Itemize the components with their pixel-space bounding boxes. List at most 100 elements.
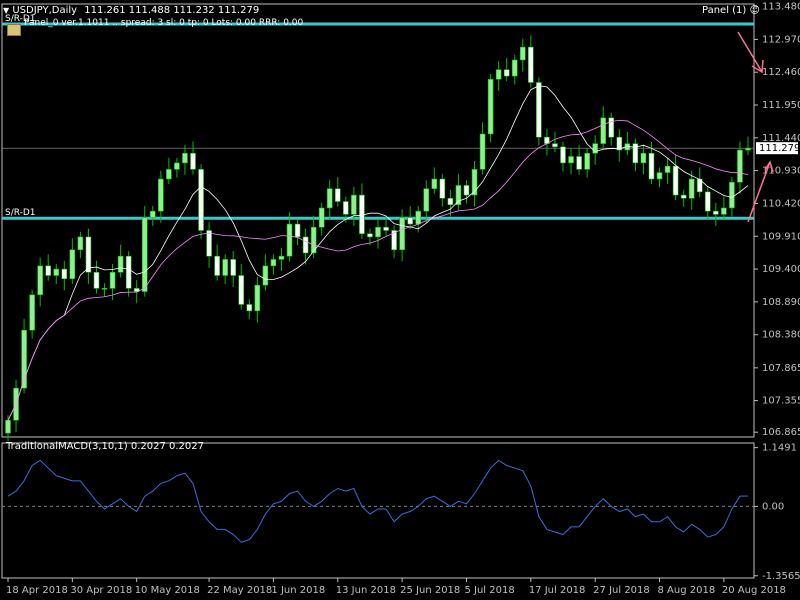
candle-body (511, 59, 518, 77)
candle-body (69, 249, 76, 280)
candle-body (479, 133, 486, 170)
symbol-timeframe-label: ▼ USDJPY,Daily 111.261 111.488 111.232 1… (3, 5, 259, 17)
candle-body (262, 265, 269, 286)
time-axis-label: 22 May 2018 (207, 585, 272, 596)
candle-body (158, 178, 164, 212)
time-axis-label: 18 Apr 2018 (6, 585, 68, 596)
candle-body (455, 185, 462, 206)
candle-body (447, 198, 454, 206)
candle-body (704, 191, 711, 212)
candle-body (688, 178, 695, 199)
down-arrow-annotation (737, 31, 764, 74)
candle-body (383, 226, 389, 231)
candle-body (302, 236, 309, 254)
macd-axis-label: 1.1491 (762, 443, 797, 454)
candle-body (600, 117, 607, 144)
candle-body (656, 172, 663, 180)
candle-body (713, 210, 719, 215)
candle-body (101, 288, 108, 290)
candle-body (487, 78, 494, 135)
current-price-label: 111.279 (759, 143, 800, 154)
candle-body (399, 217, 405, 251)
price-axis-label: 112.460 (762, 67, 800, 78)
candle-body (238, 275, 245, 305)
price-axis-label: 107.355 (762, 396, 800, 407)
candle-body (439, 178, 446, 199)
time-axis-label: 5 Jul 2018 (464, 585, 514, 596)
expert-advisor-icon[interactable] (7, 24, 21, 36)
candle-body (664, 165, 671, 173)
collapse-arrow-icon[interactable]: ▼ (3, 6, 9, 15)
candle-body (334, 188, 341, 202)
time-axis-label: 30 Apr 2018 (70, 585, 132, 596)
candle-body (431, 178, 438, 189)
candle-body (463, 185, 470, 196)
candle-body (190, 152, 196, 170)
price-axis-label: 109.910 (762, 231, 800, 242)
price-axis-label: 107.865 (762, 363, 800, 374)
candle-body (174, 162, 180, 170)
time-axis-label: 13 Jun 2018 (336, 585, 396, 596)
candle-body (37, 265, 43, 296)
candle-body (270, 259, 277, 267)
candle-body (286, 223, 293, 257)
symbol-name: USDJPY,Daily (12, 5, 78, 16)
candle-body (278, 255, 285, 260)
candle-body (326, 188, 333, 209)
candle-body (77, 236, 84, 251)
price-axis-label: 110.420 (762, 198, 800, 209)
candle-body (407, 217, 413, 225)
candle-body (5, 419, 11, 434)
moving-average-fast-line (7, 85, 749, 421)
time-axis-label: 27 Jul 2018 (593, 585, 650, 596)
candle-body (503, 69, 510, 77)
ohlc-values: 111.261 111.488 111.232 111.279 (84, 5, 260, 16)
candle-body (61, 268, 68, 280)
candle-body (528, 46, 534, 83)
candle-body (206, 230, 212, 257)
candle-body (721, 207, 727, 215)
candle-body (608, 117, 615, 138)
candle-body (318, 207, 325, 228)
candle-body (576, 156, 582, 170)
time-axis-label: 25 Jun 2018 (400, 585, 460, 596)
candle-body (254, 284, 261, 312)
macd-axis-label: 0.00 (762, 501, 784, 512)
candle-body (560, 146, 566, 164)
candle-body (246, 304, 253, 312)
price-axis-label: 112.970 (762, 34, 800, 45)
chart-canvas[interactable]: 113.480112.970112.460111.950111.440110.9… (0, 0, 800, 600)
candle-body (141, 217, 148, 292)
candle-body (182, 152, 188, 164)
price-axis-label: 113.480 (762, 2, 800, 13)
macd-axis-label: -1.3565 (762, 571, 800, 582)
time-axis-label: 10 May 2018 (135, 585, 200, 596)
macd-line (7, 459, 749, 543)
panel-button[interactable]: Panel (1) ☺ (702, 5, 760, 17)
time-axis-label: 1 Jun 2018 (271, 585, 325, 596)
candle-body (45, 265, 52, 276)
candle-body (568, 156, 574, 164)
candle-body (294, 223, 301, 238)
candle-body (729, 181, 735, 209)
candle-body (375, 226, 381, 238)
price-axis-label: 109.400 (762, 264, 800, 275)
indicator-title: TraditionalMACD(3,10,1) 0.2027 0.2027 (6, 441, 204, 452)
candle-body (745, 147, 751, 151)
candle-body (29, 294, 35, 331)
candle-body (198, 169, 204, 231)
candle-body (367, 233, 373, 238)
candle-body (640, 152, 647, 164)
chart-window[interactable]: 113.480 112.970 112.460 111.950 111.440 110.9… (0, 0, 800, 600)
candle-body (222, 259, 228, 276)
time-axis-label: 20 Aug 2018 (722, 585, 786, 596)
price-axis-label: 111.950 (762, 100, 800, 111)
candle-body (648, 152, 655, 180)
candle-body (351, 194, 357, 215)
price-axis-label: 108.380 (762, 330, 800, 341)
price-axis-label: 108.890 (762, 297, 800, 308)
candle-body (230, 259, 237, 276)
candle-body (53, 268, 60, 276)
price-axis-label: 111.440 (762, 133, 800, 144)
candle-body (672, 165, 679, 196)
